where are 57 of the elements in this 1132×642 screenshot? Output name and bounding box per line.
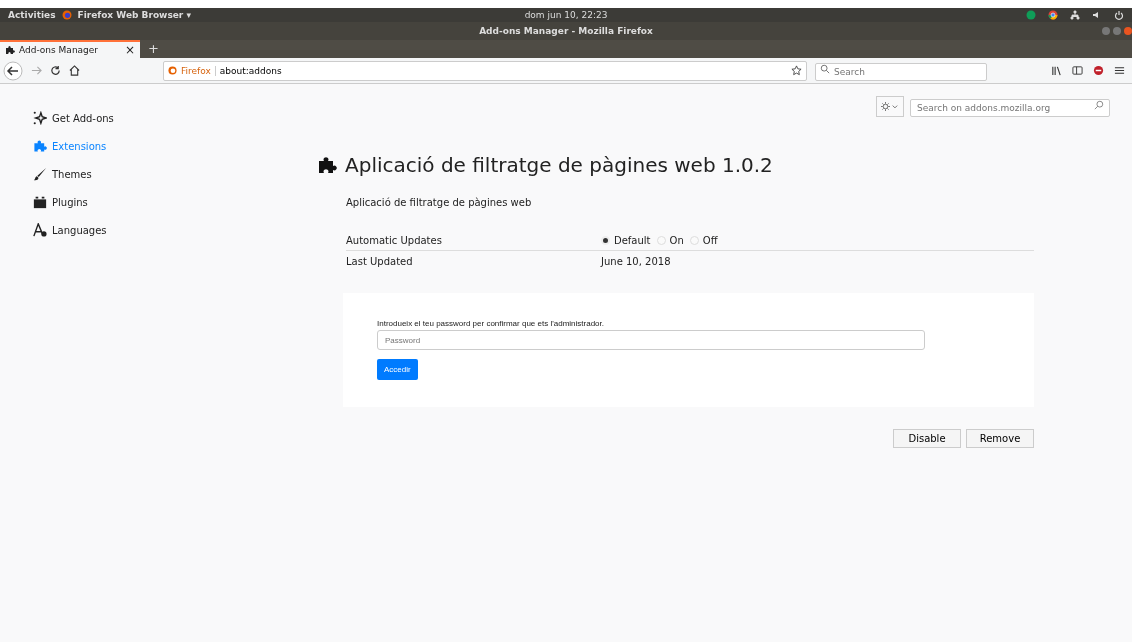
- clock[interactable]: dom jun 10, 22:23: [524, 10, 608, 20]
- radio-option[interactable]: Off: [689, 234, 718, 246]
- sparkle-icon: [33, 111, 47, 125]
- blocker-icon[interactable]: [1093, 65, 1104, 76]
- url-text: about:addons: [219, 65, 282, 76]
- url-bar[interactable]: Firefox about:addons: [163, 60, 807, 81]
- identity-label: Firefox: [181, 65, 216, 76]
- brush-icon: [33, 167, 47, 181]
- new-tab-button[interactable]: +: [140, 40, 167, 58]
- power-icon[interactable]: [1114, 10, 1124, 20]
- close-button[interactable]: [1124, 27, 1132, 35]
- network-icon[interactable]: [1070, 10, 1080, 20]
- action-button[interactable]: Remove: [966, 429, 1034, 448]
- sidebar-item[interactable]: Themes: [33, 166, 163, 182]
- star-icon[interactable]: [791, 65, 802, 76]
- puzzle-icon: [33, 139, 47, 153]
- search-icon: [1094, 100, 1104, 110]
- prompt-text: Introdueix el teu password per confirmar que ets l'administrador.: [377, 319, 604, 328]
- tab-close-button[interactable]: ×: [124, 43, 135, 57]
- library-icon[interactable]: [1051, 65, 1062, 76]
- radio-option[interactable]: Default: [601, 234, 651, 246]
- addons-search-field[interactable]: Search on addons.mozilla.org: [910, 99, 1110, 117]
- menu-icon[interactable]: [1114, 65, 1125, 76]
- chat-icon[interactable]: [1026, 10, 1036, 20]
- sidebar-item[interactable]: Get Add-ons: [33, 110, 163, 126]
- action-button[interactable]: Disable: [893, 429, 961, 448]
- puzzle-icon: [5, 45, 15, 55]
- sidebar-item[interactable]: Plugins: [33, 194, 163, 210]
- setting-label: Last Updated: [346, 255, 414, 267]
- addon-description: Aplicació de filtratge de pàgines web: [346, 197, 533, 208]
- home-icon[interactable]: [69, 65, 80, 76]
- tab-title: Add-ons Manager: [19, 45, 99, 55]
- activities-button[interactable]: Activities: [8, 10, 56, 20]
- firefox-icon: [168, 66, 177, 75]
- gear-icon: [881, 102, 899, 111]
- password-field[interactable]: Password: [377, 330, 925, 350]
- app-menu[interactable]: Firefox Web Browser ▾: [77, 10, 191, 20]
- radio-option[interactable]: On: [656, 234, 684, 246]
- puzzle-icon: [317, 155, 337, 175]
- sidebar-icon[interactable]: [1072, 65, 1083, 76]
- addon-title: Aplicació de filtratge de pàgines web 1.0.2: [345, 153, 773, 177]
- sidebar-item[interactable]: Languages: [33, 222, 163, 238]
- chrome-icon[interactable]: [1048, 10, 1058, 20]
- search-field[interactable]: Search: [815, 63, 987, 81]
- sidebar-item[interactable]: Extensions: [33, 138, 163, 154]
- browser-tab[interactable]: Add-ons Manager ×: [0, 40, 140, 58]
- login-button[interactable]: Accedir: [377, 359, 418, 380]
- search-icon: [820, 64, 830, 74]
- setting-label: Automatic Updates: [346, 234, 443, 246]
- back-icon[interactable]: [3, 60, 23, 81]
- firefox-icon: [61, 10, 72, 20]
- tools-menu-button[interactable]: [876, 96, 904, 117]
- reload-icon[interactable]: [50, 65, 61, 76]
- window-title: Add-ons Manager - Mozilla Firefox: [479, 26, 653, 36]
- plugin-icon: [33, 195, 47, 209]
- language-icon: [33, 223, 47, 237]
- setting-value: June 10, 2018: [601, 255, 671, 267]
